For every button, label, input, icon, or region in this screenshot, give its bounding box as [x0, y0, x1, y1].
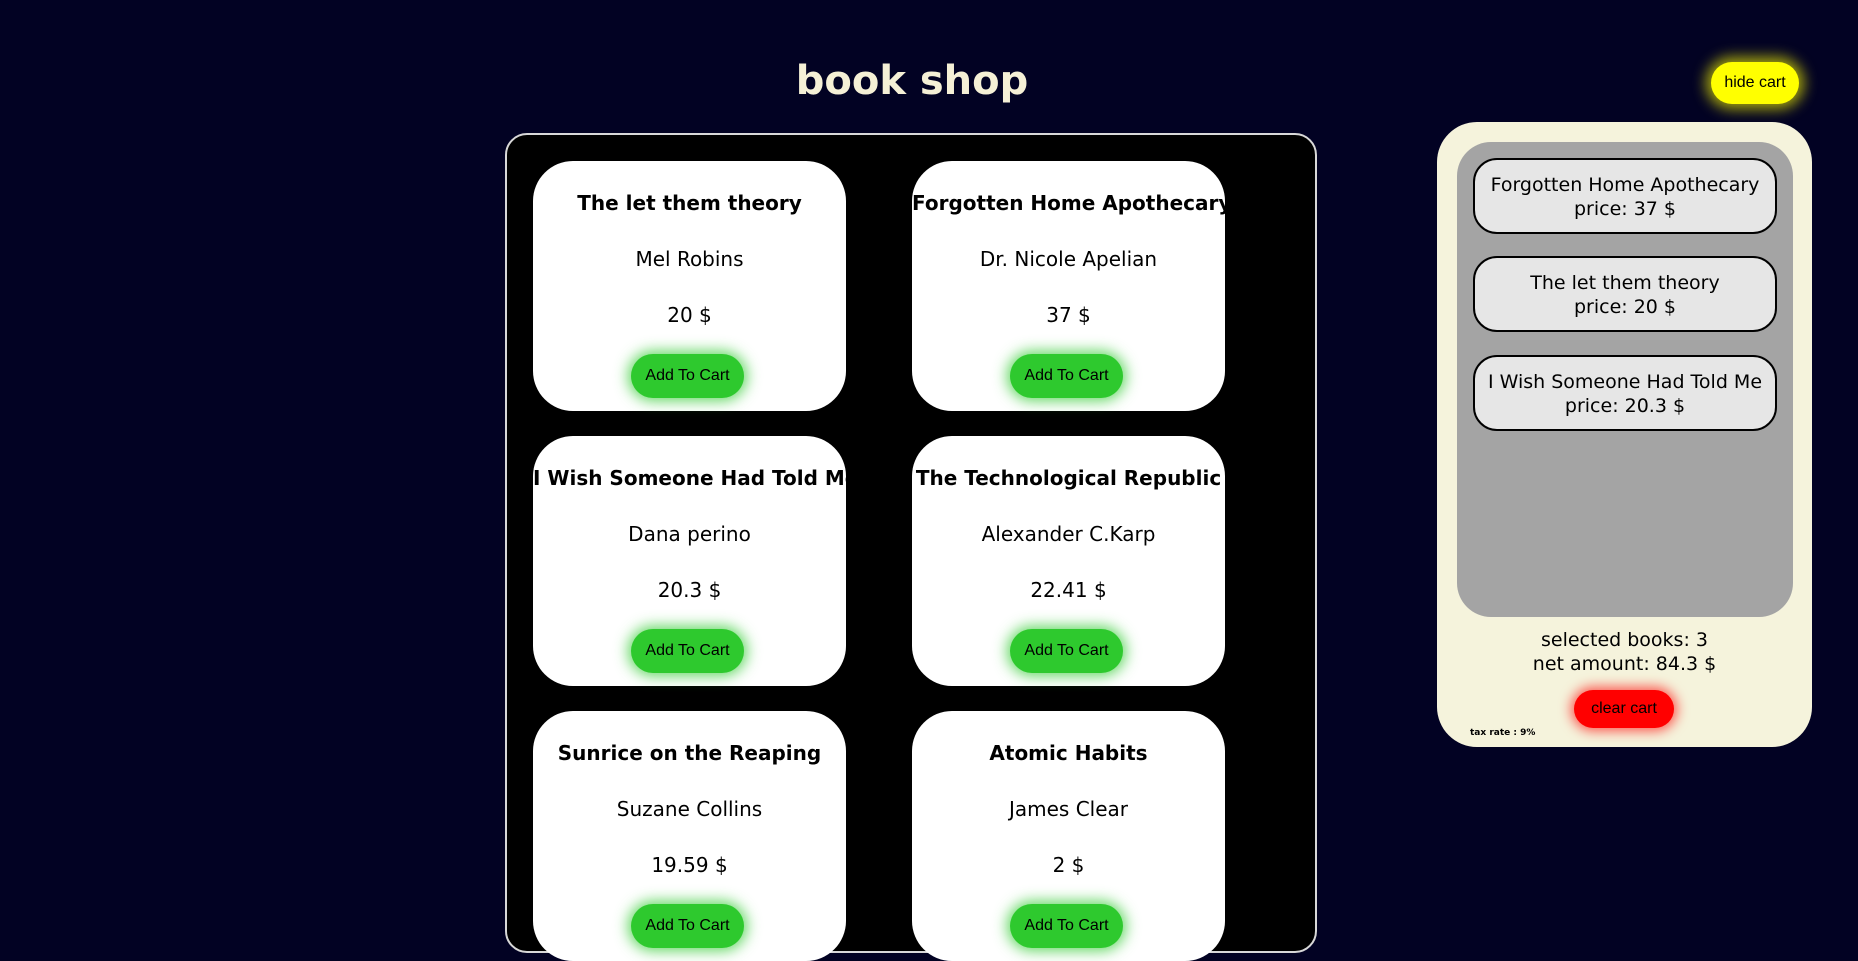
book-grid: The let them theory Mel Robins 20 $ Add … [505, 133, 1317, 961]
cart-item: I Wish Someone Had Told Me price: 20.3 $ [1473, 355, 1777, 431]
book-author: Alexander C.Karp [981, 522, 1156, 546]
cart-summary: selected books: 3 net amount: 84.3 $ [1437, 628, 1812, 676]
cart-item-title: Forgotten Home Apothecary [1490, 174, 1760, 196]
book-author: Dana perino [628, 522, 751, 546]
book-title: The Technological Republic [915, 466, 1222, 490]
book-title: I Wish Someone Had Told Me [533, 466, 859, 490]
add-to-cart-button[interactable]: Add To Cart [631, 354, 744, 398]
book-price: 2 $ [1052, 853, 1085, 877]
book-card: Atomic Habits James Clear 2 $ Add To Car… [912, 711, 1225, 961]
book-card: The Technological Republic Alexander C.K… [912, 436, 1225, 686]
net-amount: net amount: 84.3 $ [1532, 653, 1717, 675]
add-to-cart-button[interactable]: Add To Cart [1010, 904, 1123, 948]
book-price: 22.41 $ [1030, 578, 1107, 602]
add-to-cart-button[interactable]: Add To Cart [631, 904, 744, 948]
cart-list: Forgotten Home Apothecary price: 37 $ Th… [1457, 142, 1793, 617]
book-title: Forgotten Home Apothecary [912, 191, 1232, 215]
add-to-cart-button[interactable]: Add To Cart [1010, 354, 1123, 398]
cart-item-price: price: 37 $ [1573, 198, 1677, 220]
tax-rate-label: tax rate : 9% [1470, 728, 1536, 738]
book-card: Sunrice on the Reaping Suzane Collins 19… [533, 711, 846, 961]
book-price: 20 $ [667, 303, 712, 327]
cart-item: The let them theory price: 20 $ [1473, 256, 1777, 332]
add-to-cart-button[interactable]: Add To Cart [631, 629, 744, 673]
page-title: book shop [795, 58, 1029, 104]
book-author: Mel Robins [635, 247, 744, 271]
book-price: 20.3 $ [657, 578, 722, 602]
book-price: 19.59 $ [651, 853, 728, 877]
book-card: I Wish Someone Had Told Me Dana perino 2… [533, 436, 859, 686]
book-title: The let them theory [577, 191, 802, 215]
book-title: Atomic Habits [989, 741, 1148, 765]
cart-item: Forgotten Home Apothecary price: 37 $ [1473, 158, 1777, 234]
book-card: Forgotten Home Apothecary Dr. Nicole Ape… [912, 161, 1232, 411]
book-author: Suzane Collins [616, 797, 763, 821]
cart-item-price: price: 20.3 $ [1564, 395, 1686, 417]
clear-cart-button[interactable]: clear cart [1574, 690, 1674, 728]
cart-panel: Forgotten Home Apothecary price: 37 $ Th… [1437, 122, 1812, 747]
book-author: James Clear [1008, 797, 1129, 821]
book-price: 37 $ [1046, 303, 1091, 327]
cart-item-title: I Wish Someone Had Told Me [1487, 371, 1763, 393]
book-author: Dr. Nicole Apelian [979, 247, 1158, 271]
book-title: Sunrice on the Reaping [557, 741, 822, 765]
selected-books-count: selected books: 3 [1541, 629, 1708, 651]
cart-item-title: The let them theory [1530, 272, 1720, 294]
book-card: The let them theory Mel Robins 20 $ Add … [533, 161, 846, 411]
add-to-cart-button[interactable]: Add To Cart [1010, 629, 1123, 673]
cart-item-price: price: 20 $ [1573, 296, 1677, 318]
hide-cart-button[interactable]: hide cart [1711, 62, 1799, 104]
